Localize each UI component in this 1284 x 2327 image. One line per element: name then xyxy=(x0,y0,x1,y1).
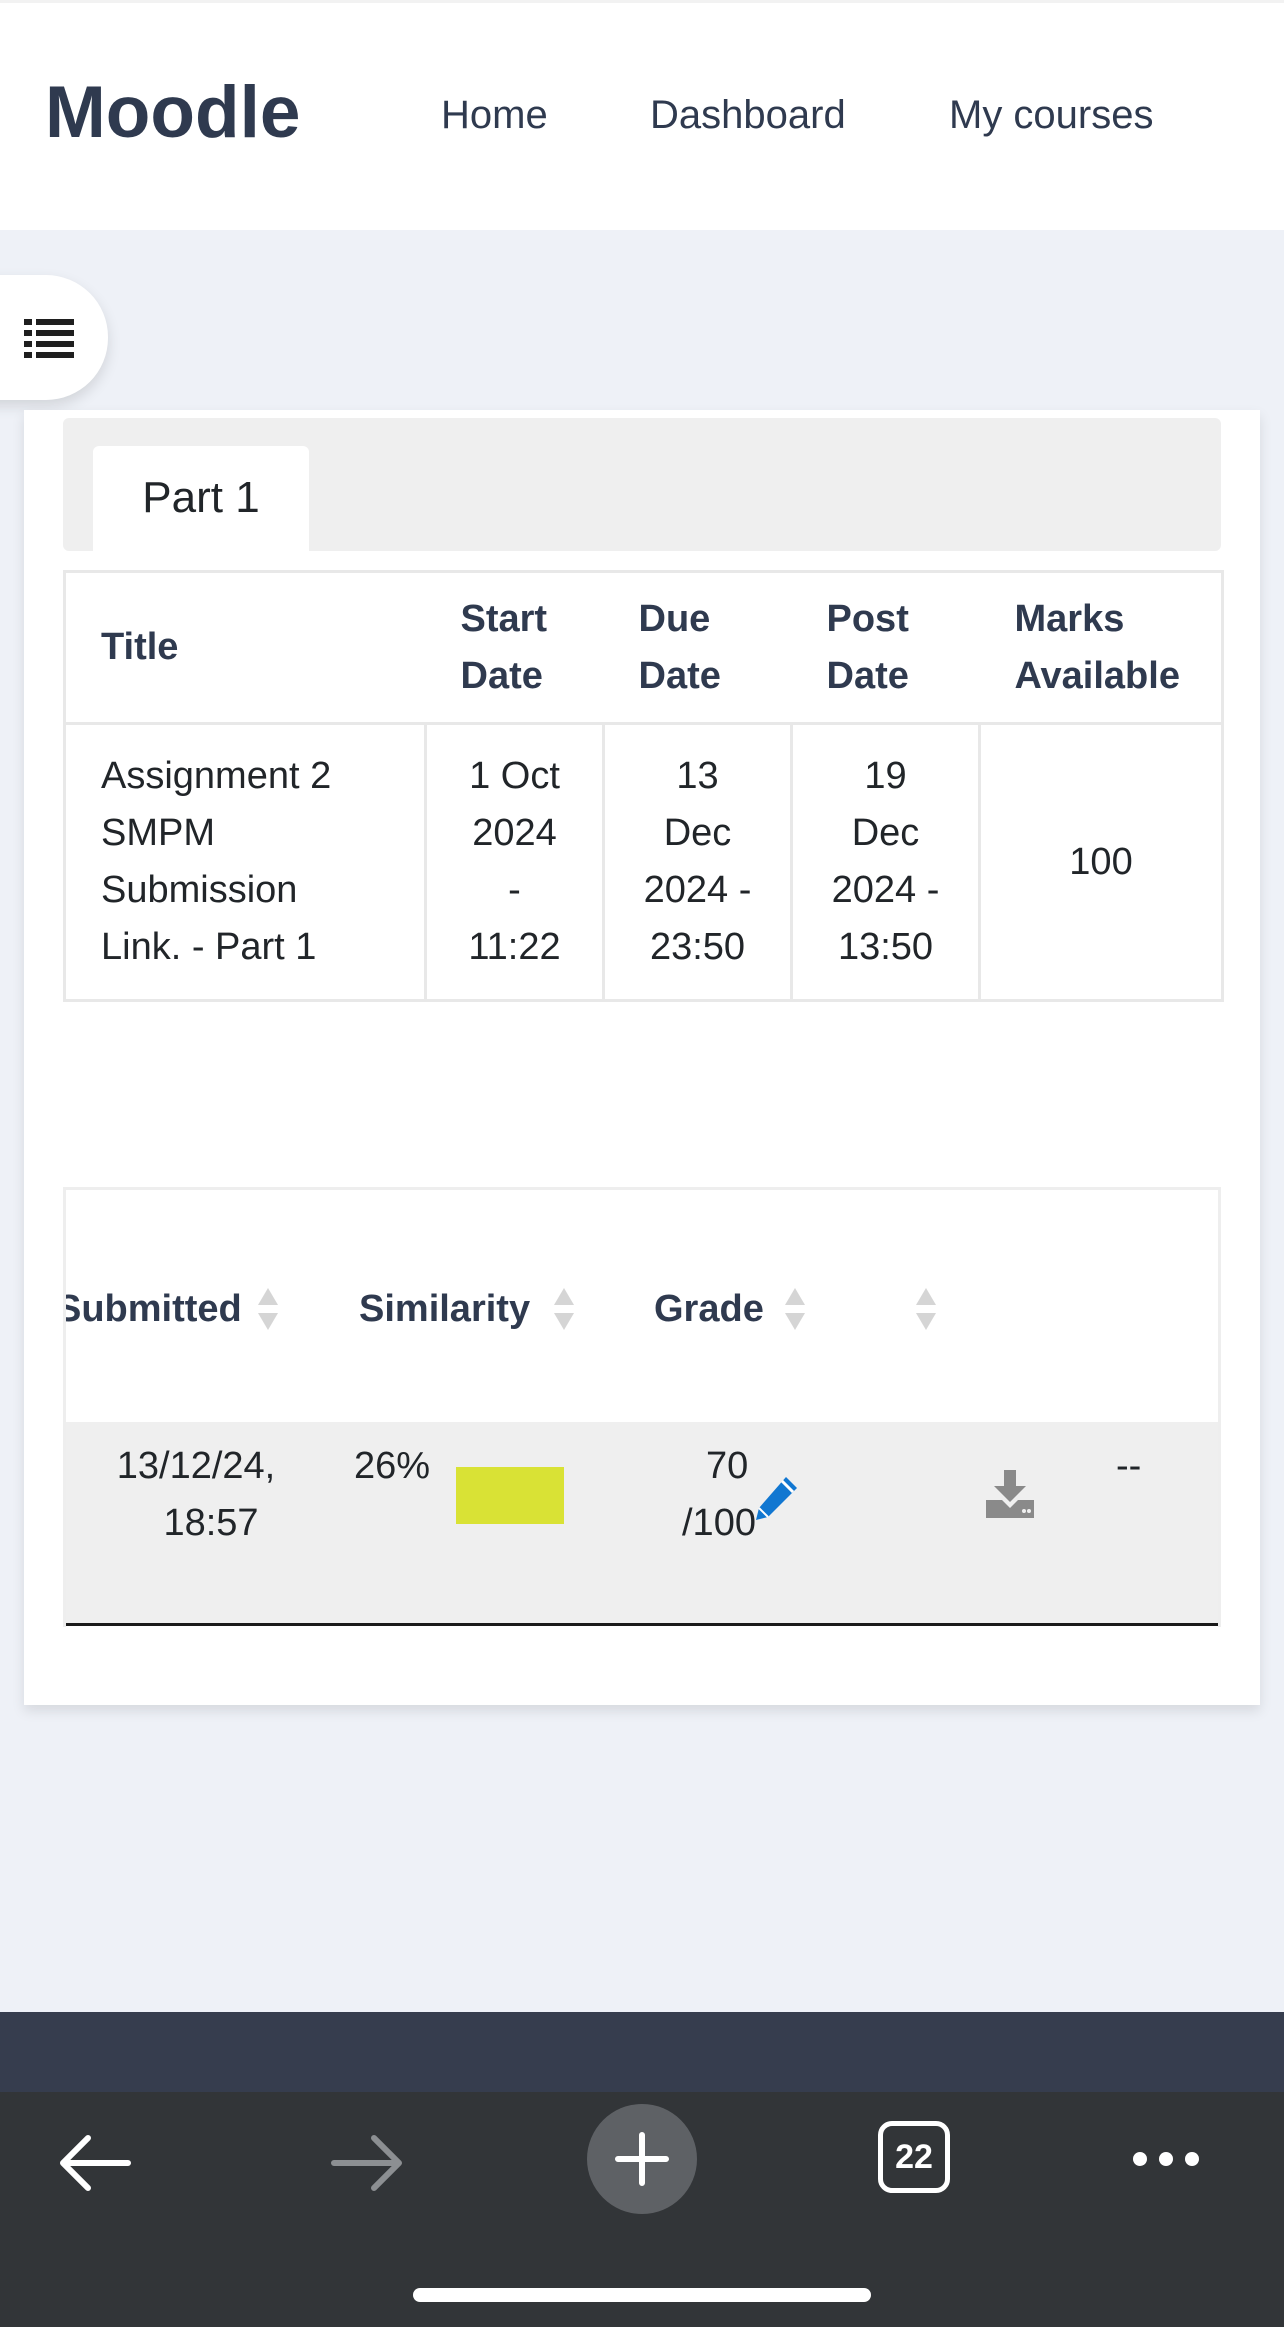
parts-table: Title Start Date Due Date Post Date Mark… xyxy=(63,570,1224,1002)
tab-part-1[interactable]: Part 1 xyxy=(93,446,309,552)
nav-link-dashboard[interactable]: Dashboard xyxy=(650,93,846,138)
sort-icon[interactable] xyxy=(256,1286,280,1332)
col-header-start-date: Start Date xyxy=(425,570,604,725)
drawer-toggle-button[interactable] xyxy=(0,275,108,400)
cell-submitted-date: 13/12/24, 18:57 xyxy=(116,1445,276,1544)
tab-count-button[interactable]: 22 xyxy=(878,2121,950,2193)
col-header-post-date: Post Date xyxy=(791,570,980,725)
cell-start-date: 1 Oct 2024 - 11:22 xyxy=(424,723,605,1002)
site-brand[interactable]: Moodle xyxy=(45,71,300,154)
similarity-bar[interactable] xyxy=(456,1467,564,1524)
sort-icon[interactable] xyxy=(914,1286,938,1332)
forward-arrow-icon[interactable] xyxy=(330,2134,404,2192)
back-arrow-icon[interactable] xyxy=(58,2134,132,2192)
submissions-table[interactable]: Submitted Similarity Grade 13/12/24, 18:… xyxy=(63,1187,1221,1627)
col-header-grade[interactable]: Grade xyxy=(654,1288,764,1331)
cell-post-date: 19 Dec 2024 - 13:50 xyxy=(790,723,981,1002)
col-header-title: Title xyxy=(63,570,426,725)
plus-icon xyxy=(615,2132,669,2186)
more-menu-icon[interactable] xyxy=(1130,2149,1202,2169)
col-header-similarity[interactable]: Similarity xyxy=(359,1288,530,1331)
table-row: 13/12/24, 18:57 26% 70 /100 -- xyxy=(66,1422,1218,1626)
new-tab-button[interactable] xyxy=(587,2104,697,2214)
page-footer xyxy=(0,2012,1284,2092)
list-icon xyxy=(24,319,74,358)
similarity-score[interactable]: 26% xyxy=(354,1438,430,1495)
cell-extra: -- xyxy=(1116,1445,1142,1487)
sort-icon[interactable] xyxy=(783,1286,807,1332)
col-header-marks-available: Marks Available xyxy=(979,570,1224,725)
sort-icon[interactable] xyxy=(552,1286,576,1332)
home-indicator xyxy=(413,2288,871,2302)
table-row: Assignment 2 SMPM Submission Link. - Par… xyxy=(63,723,1224,1002)
col-header-due-date: Due Date xyxy=(603,570,792,725)
download-icon[interactable] xyxy=(984,1470,1036,1518)
cell-title: Assignment 2 SMPM Submission Link. - Par… xyxy=(63,723,427,1002)
nav-link-my-courses[interactable]: My courses xyxy=(949,93,1154,138)
cell-due-date: 13 Dec 2024 - 23:50 xyxy=(602,723,793,1002)
cell-marks-available: 100 xyxy=(978,723,1224,1002)
col-header-submitted[interactable]: Submitted xyxy=(66,1288,242,1331)
nav-link-home[interactable]: Home xyxy=(441,93,548,138)
submissions-header-row: Submitted Similarity Grade xyxy=(66,1190,1218,1422)
pencil-icon[interactable] xyxy=(752,1474,800,1522)
top-navbar: Moodle Home Dashboard My courses xyxy=(0,0,1284,230)
